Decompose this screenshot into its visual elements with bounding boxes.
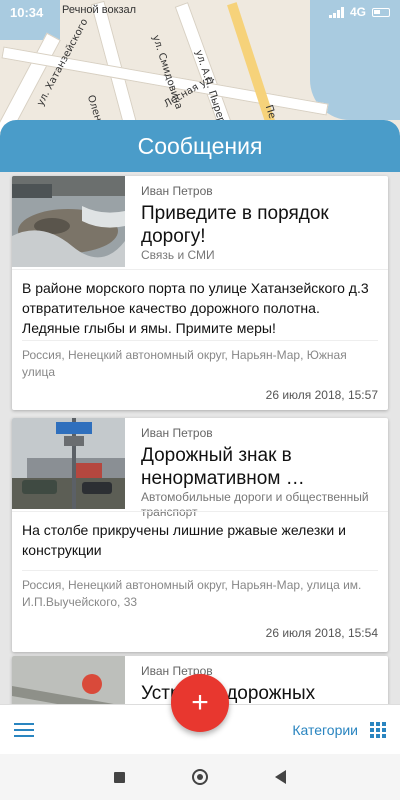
message-meta: Иван Петров Дорожный знак в ненормативно… [141,426,378,520]
message-author: Иван Петров [141,184,213,198]
message-date: 26 июля 2018, 15:54 [265,626,378,640]
message-text: В районе морского порта по улице Хатанзе… [12,269,388,346]
recents-icon[interactable] [113,771,125,783]
signal-icon [328,6,344,18]
status-time: 10:34 [10,4,44,20]
message-address: Россия, Ненецкий автономный округ, Нарья… [22,570,378,611]
plus-icon: + [191,686,209,719]
network-type: 4G [349,5,366,19]
categories-label: Категории [292,721,358,738]
message-title[interactable]: Приведите в порядок дорогу! [141,202,378,248]
system-nav-bar [0,754,400,800]
message-photo [12,176,125,267]
page-title-text: Сообщения [137,132,263,159]
status-icons: 4G [328,5,390,19]
add-message-button[interactable]: + [171,674,229,732]
map-label: Речной вокзал [62,4,137,16]
status-bar: 10:34 Речной вокзал 4G [0,0,400,24]
message-author: Иван Петров [141,426,213,440]
message-photo [12,418,125,509]
message-category: Связь и СМИ [141,248,215,262]
message-text: На столбе прикручены лишние ржавые желез… [12,511,388,568]
message-meta: Иван Петров Приведите в порядок дорогу! … [141,184,378,263]
message-title[interactable]: Дорожный знак в ненормативном … [141,444,378,490]
categories-button[interactable]: Категории [292,721,386,738]
home-icon[interactable] [191,769,208,785]
grid-icon [370,721,386,738]
page-title: Сообщения [0,120,400,172]
message-card[interactable]: Иван Петров Дорожный знак в ненормативно… [12,418,388,652]
battery-icon [372,7,390,17]
message-card[interactable]: Иван Петров Приведите в порядок дорогу! … [12,176,388,410]
hamburger-icon[interactable] [14,722,34,737]
message-address: Россия, Ненецкий автономный округ, Нарья… [22,340,378,381]
message-date: 26 июля 2018, 15:57 [265,388,378,402]
message-author: Иван Петров [141,664,213,678]
back-icon[interactable] [275,770,287,784]
